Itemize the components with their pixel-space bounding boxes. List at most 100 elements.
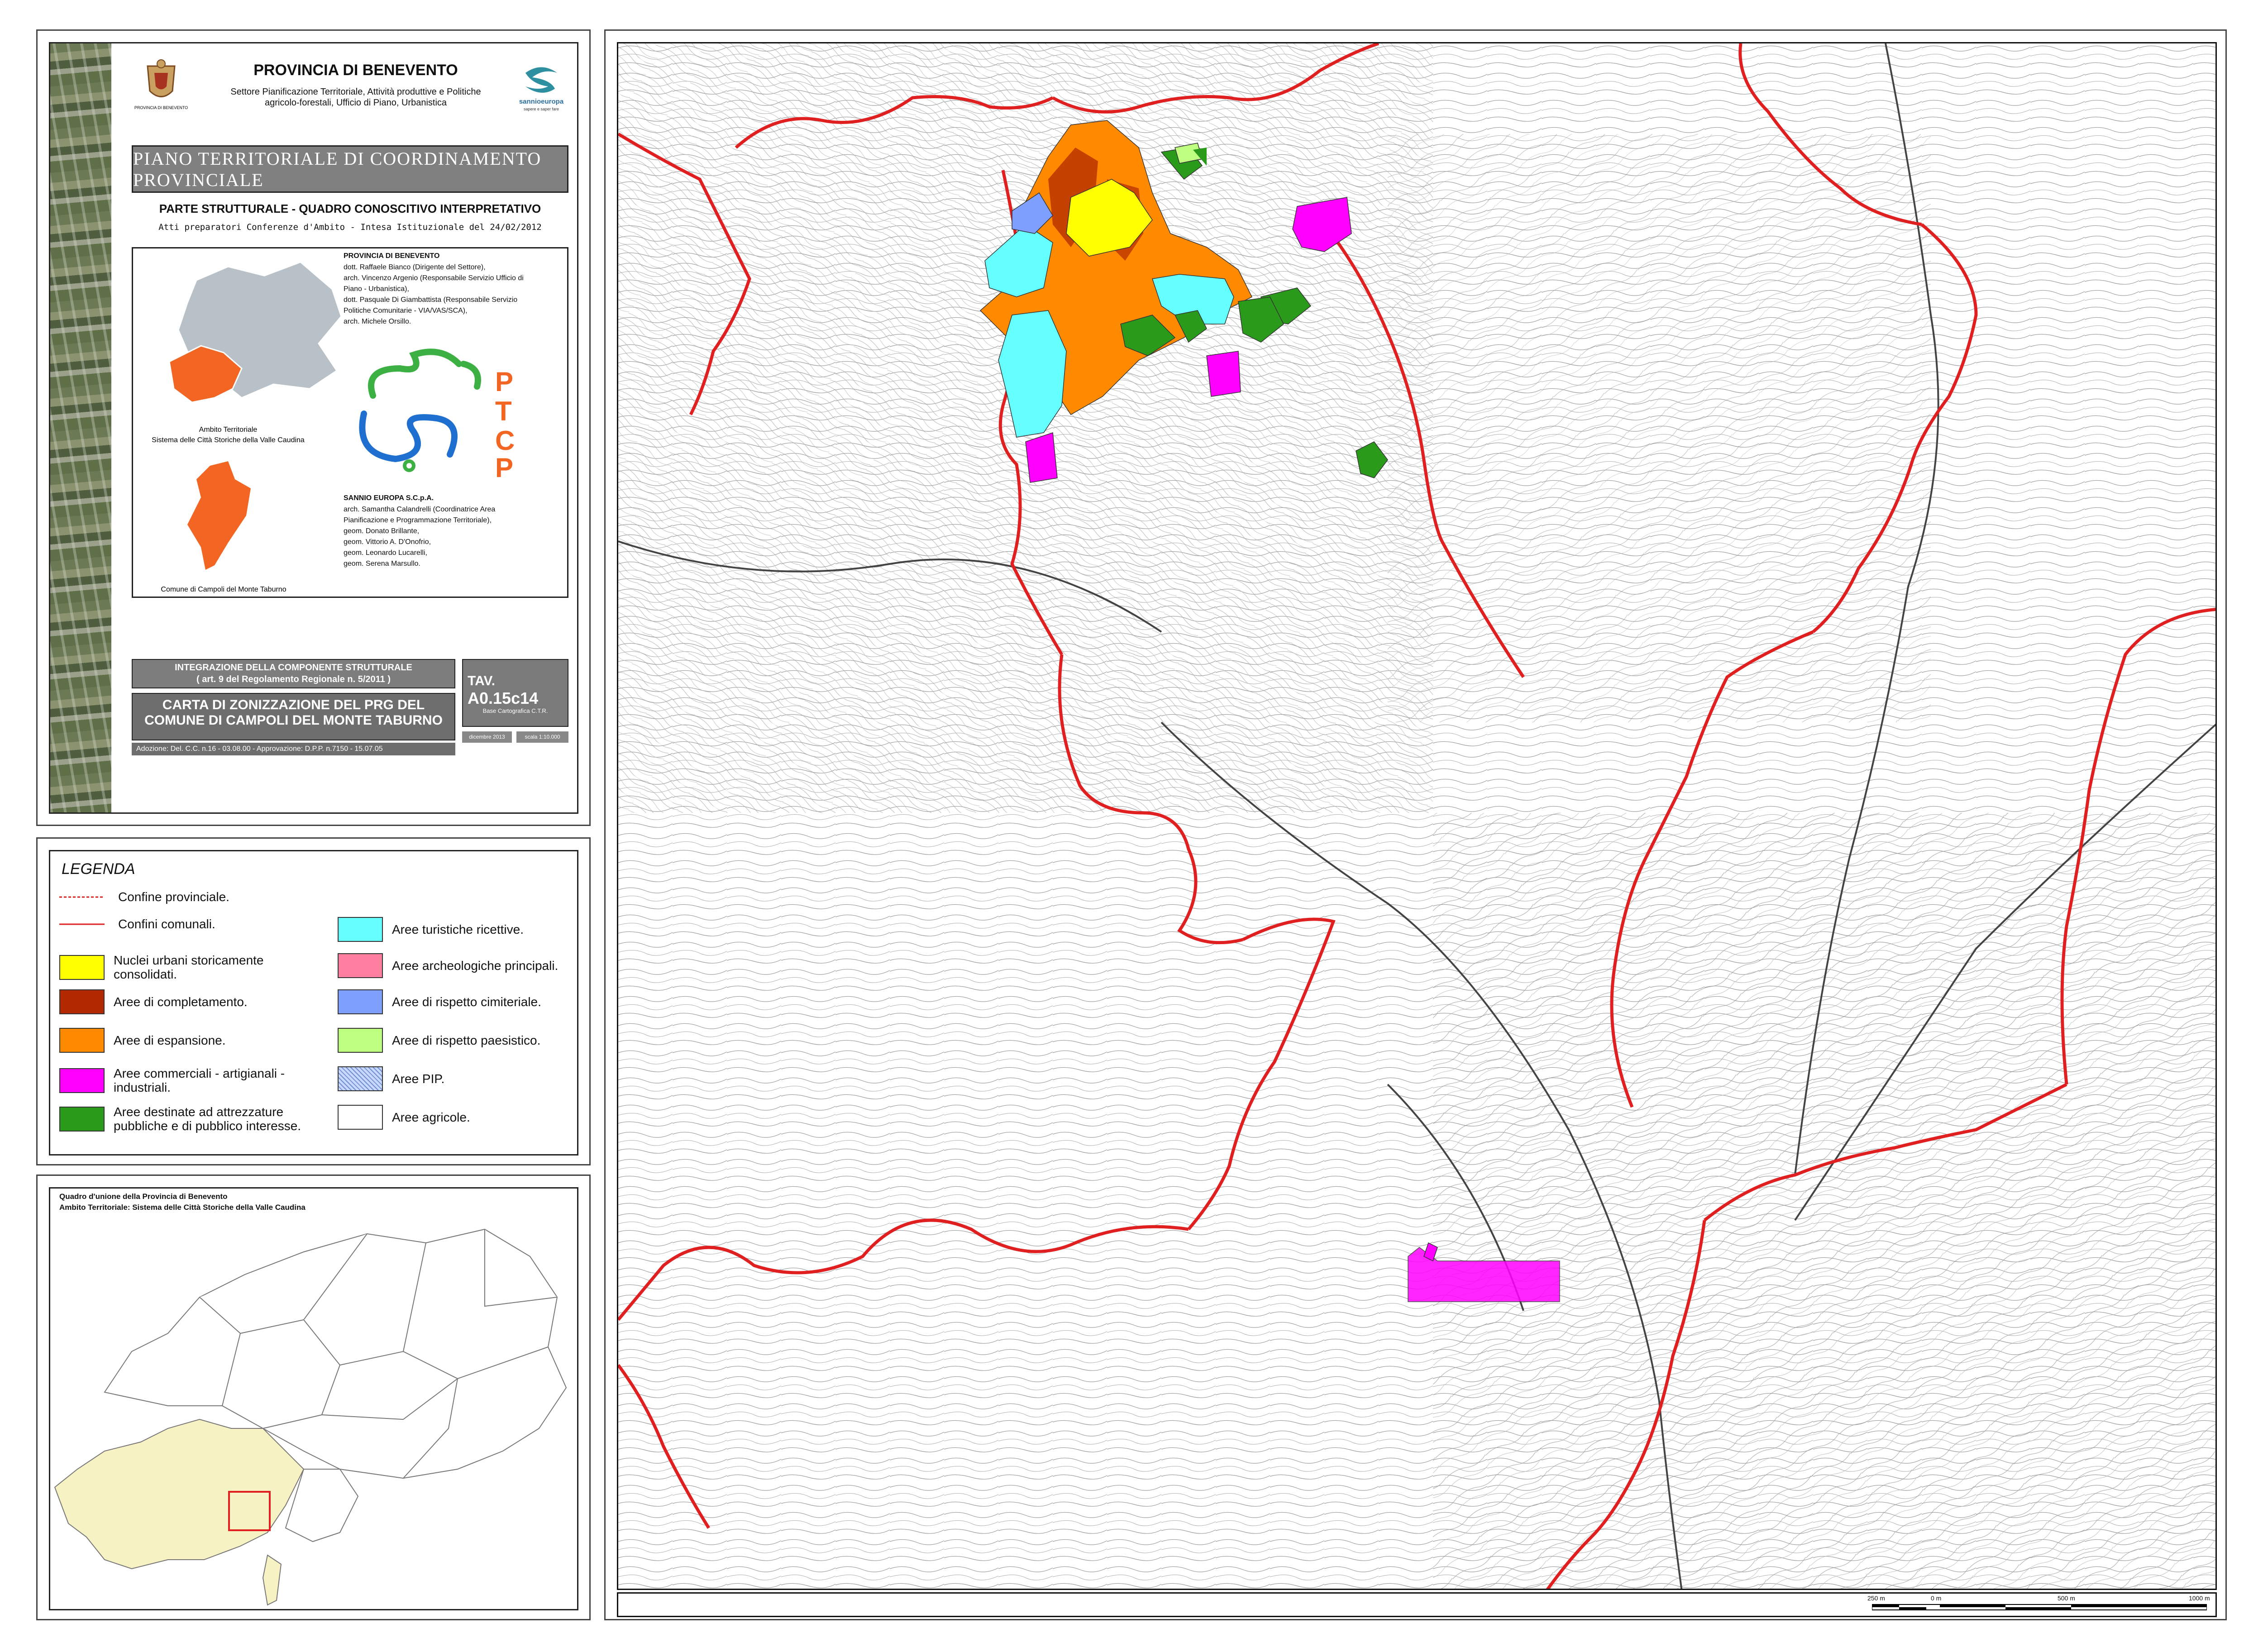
credit-line: geom. Donato Brillante, (344, 527, 420, 535)
legend-item-agricole: Aree agricole. (338, 1105, 470, 1130)
legend-item-paesistico: Aree di rispetto paesistico. (338, 1028, 540, 1053)
logo-tagline: sapere e saper fare (524, 107, 559, 111)
province-emblem-icon: PROVINCIA DI BENEVENTO (134, 59, 188, 110)
legend-title: LEGENDA (62, 860, 135, 878)
province-credits: dott. Raffaele Bianco (Dirigente del Set… (344, 262, 524, 327)
legend-swatch (338, 917, 383, 942)
legend-label: Aree di completamento. (114, 995, 248, 1009)
legend-label: Aree agricole. (392, 1110, 470, 1124)
logo-text: sannioeuropa (519, 98, 564, 105)
sannio-credits: arch. Samantha Calandrelli (Coordinatric… (344, 504, 495, 569)
tav-scale: scala 1:10.000 (516, 731, 568, 743)
keymap-title-2: Ambito Territoriale: Sistema delle Città… (59, 1203, 306, 1212)
legend-label: Aree destinate ad attrezzature pubbliche… (114, 1105, 301, 1133)
legend-item-completamento: Aree di completamento. (59, 989, 304, 1014)
plan-banner: PIANO TERRITORIALE DI COORDINAMENTO PROV… (132, 145, 568, 193)
adozione-text: Adozione: Del. C.C. n.16 - 03.08.00 - Ap… (132, 743, 455, 755)
tav-label: TAV. A0.15c14 (468, 673, 568, 708)
sannio-credits-heading: SANNIO EUROPA S.C.p.A. (344, 494, 434, 502)
ptcp-letter: C (495, 425, 515, 456)
ptcp-letter: P (495, 367, 513, 397)
tav-prefix: TAV. (468, 673, 496, 688)
scale-bar (1872, 1604, 2207, 1610)
credit-line: dott. Pasquale Di Giambattista (Responsa… (344, 296, 518, 304)
comune-caption: Comune di Campoli del Monte Taburno (161, 586, 286, 593)
credit-line: Pianificazione e Programmazione Territor… (344, 516, 492, 524)
department-line-1: Settore Pianificazione Territoriale, Att… (230, 87, 481, 97)
ptcp-letter: P (495, 453, 513, 482)
legend-swatch (338, 1028, 383, 1053)
legend-item-attrezzature: Aree destinate ad attrezzature pubbliche… (59, 1105, 322, 1133)
title-frame: PROVINCIA DI BENEVENTO PROVINCIA DI BENE… (49, 42, 578, 814)
scale-label: 500 m (2058, 1595, 2075, 1602)
base-cartografica: Base Cartografica C.T.R. (482, 707, 548, 714)
legend-label: Aree di rispetto paesistico. (392, 1033, 541, 1047)
section-title: PARTE STRUTTURALE - QUADRO CONOSCITIVO I… (159, 202, 541, 215)
province-keymap (54, 1228, 567, 1606)
tav-box: TAV. A0.15c14 Base Cartografica C.T.R. (462, 659, 568, 727)
legend-label: Aree archeologiche principali. (392, 959, 559, 973)
keymap-frame: Quadro d'unione della Provincia di Benev… (49, 1187, 578, 1610)
legend-label: Nuclei urbani storicamente consolidati. (114, 953, 264, 981)
legend-label: Confine provinciale. (118, 890, 229, 904)
keymap-title-1: Quadro d'unione della Provincia di Benev… (59, 1192, 228, 1201)
legend-swatch (59, 955, 105, 980)
integrazione-line-1: INTEGRAZIONE DELLA COMPONENTE STRUTTURAL… (175, 663, 412, 673)
integrazione-banner: INTEGRAZIONE DELLA COMPONENTE STRUTTURAL… (132, 659, 455, 688)
integrazione-line-2: ( art. 9 del Regolamento Regionale n. 5/… (196, 674, 391, 684)
credit-line: geom. Vittorio A. D'Onofrio, (344, 538, 431, 546)
scale-label: 250 m (1867, 1595, 1885, 1602)
atti-text: Atti preparatori Conferenze d'Ambito - I… (158, 222, 542, 232)
zoning-map[interactable] (617, 42, 2217, 1590)
credit-line: arch. Samantha Calandrelli (Coordinatric… (344, 506, 496, 513)
ambito-area (54, 1418, 305, 1570)
credit-line: geom. Leonardo Lucarelli, (344, 549, 428, 557)
legend-swatch (59, 989, 105, 1014)
legend-panel: LEGENDA Confine provinciale. Confini com… (36, 837, 591, 1165)
ptcp-logo: P T C P (359, 349, 515, 482)
legend-swatch (338, 1066, 383, 1091)
sannio-europa-logo: sannioeuropa sapere e saper fare (519, 67, 564, 111)
legend-item-turistiche: Aree turistiche ricettive. (338, 917, 524, 942)
legend-label: Aree PIP. (392, 1072, 445, 1086)
legend-label: Confini comunali. (118, 917, 215, 931)
legend-item-commerciali: Aree commerciali - artigianali - industr… (59, 1066, 304, 1094)
scale-label: 1000 m (2189, 1595, 2210, 1602)
orthophoto-strip (50, 43, 111, 812)
scale-label: 0 m (1931, 1595, 1942, 1602)
legend-item-nuclei: Nuclei urbani storicamente consolidati. (59, 953, 304, 981)
credit-line: arch. Vincenzo Argenio (Responsabile Ser… (344, 274, 524, 282)
credit-line: arch. Michele Orsillo. (344, 318, 411, 325)
credits-box: Ambito Territoriale Sistema delle Città … (132, 247, 568, 598)
department-line-2: agricolo-forestali, Ufficio di Piano, Ur… (264, 98, 447, 108)
legend-label: Aree commerciali - artigianali - industr… (114, 1066, 285, 1094)
ambito-caption-2: Sistema delle Città Storiche della Valle… (152, 436, 305, 444)
solid-line-icon (59, 923, 105, 925)
credit-line: dott. Raffaele Bianco (Dirigente del Set… (344, 263, 486, 271)
legend-item-pip: Aree PIP. (338, 1066, 444, 1091)
legend-line-comunal: Confini comunali. (59, 917, 215, 931)
legend-label: Aree turistiche ricettive. (392, 922, 524, 936)
legend-swatch (338, 1105, 383, 1130)
credit-line: geom. Serena Marsullo. (344, 560, 420, 568)
legend-line-provincial: Confine provinciale. (59, 890, 229, 904)
carta-title-line-2: COMUNE DI CAMPOLI DEL MONTE TABURNO (144, 713, 443, 728)
credit-line: Piano - Urbanistica), (344, 285, 409, 293)
map-panel: 250 m 0 m 500 m 1000 m (604, 29, 2227, 1620)
locator-maps: Ambito Territoriale Sistema delle Città … (152, 261, 342, 593)
province-credits-heading: PROVINCIA DI BENEVENTO (344, 252, 440, 260)
commercial-zone (1206, 351, 1241, 397)
scale-bar-box: 250 m 0 m 500 m 1000 m (617, 1592, 2217, 1617)
topographic-base (618, 43, 2215, 1589)
commercial-zone (1025, 432, 1058, 483)
legend-item-archeologiche: Aree archeologiche principali. (338, 953, 558, 978)
province-title: PROVINCIA DI BENEVENTO (253, 62, 458, 79)
tav-date: dicembre 2013 (462, 731, 512, 743)
legend-swatch (338, 989, 383, 1014)
ptcp-letter: T (495, 396, 512, 426)
legend-item-espansione: Aree di espansione. (59, 1028, 304, 1053)
legend-label: Aree di espansione. (114, 1033, 226, 1047)
title-panel: PROVINCIA DI BENEVENTO PROVINCIA DI BENE… (36, 29, 591, 826)
legend-swatch (59, 1068, 105, 1093)
tav-code: A0.15c14 (468, 689, 539, 707)
